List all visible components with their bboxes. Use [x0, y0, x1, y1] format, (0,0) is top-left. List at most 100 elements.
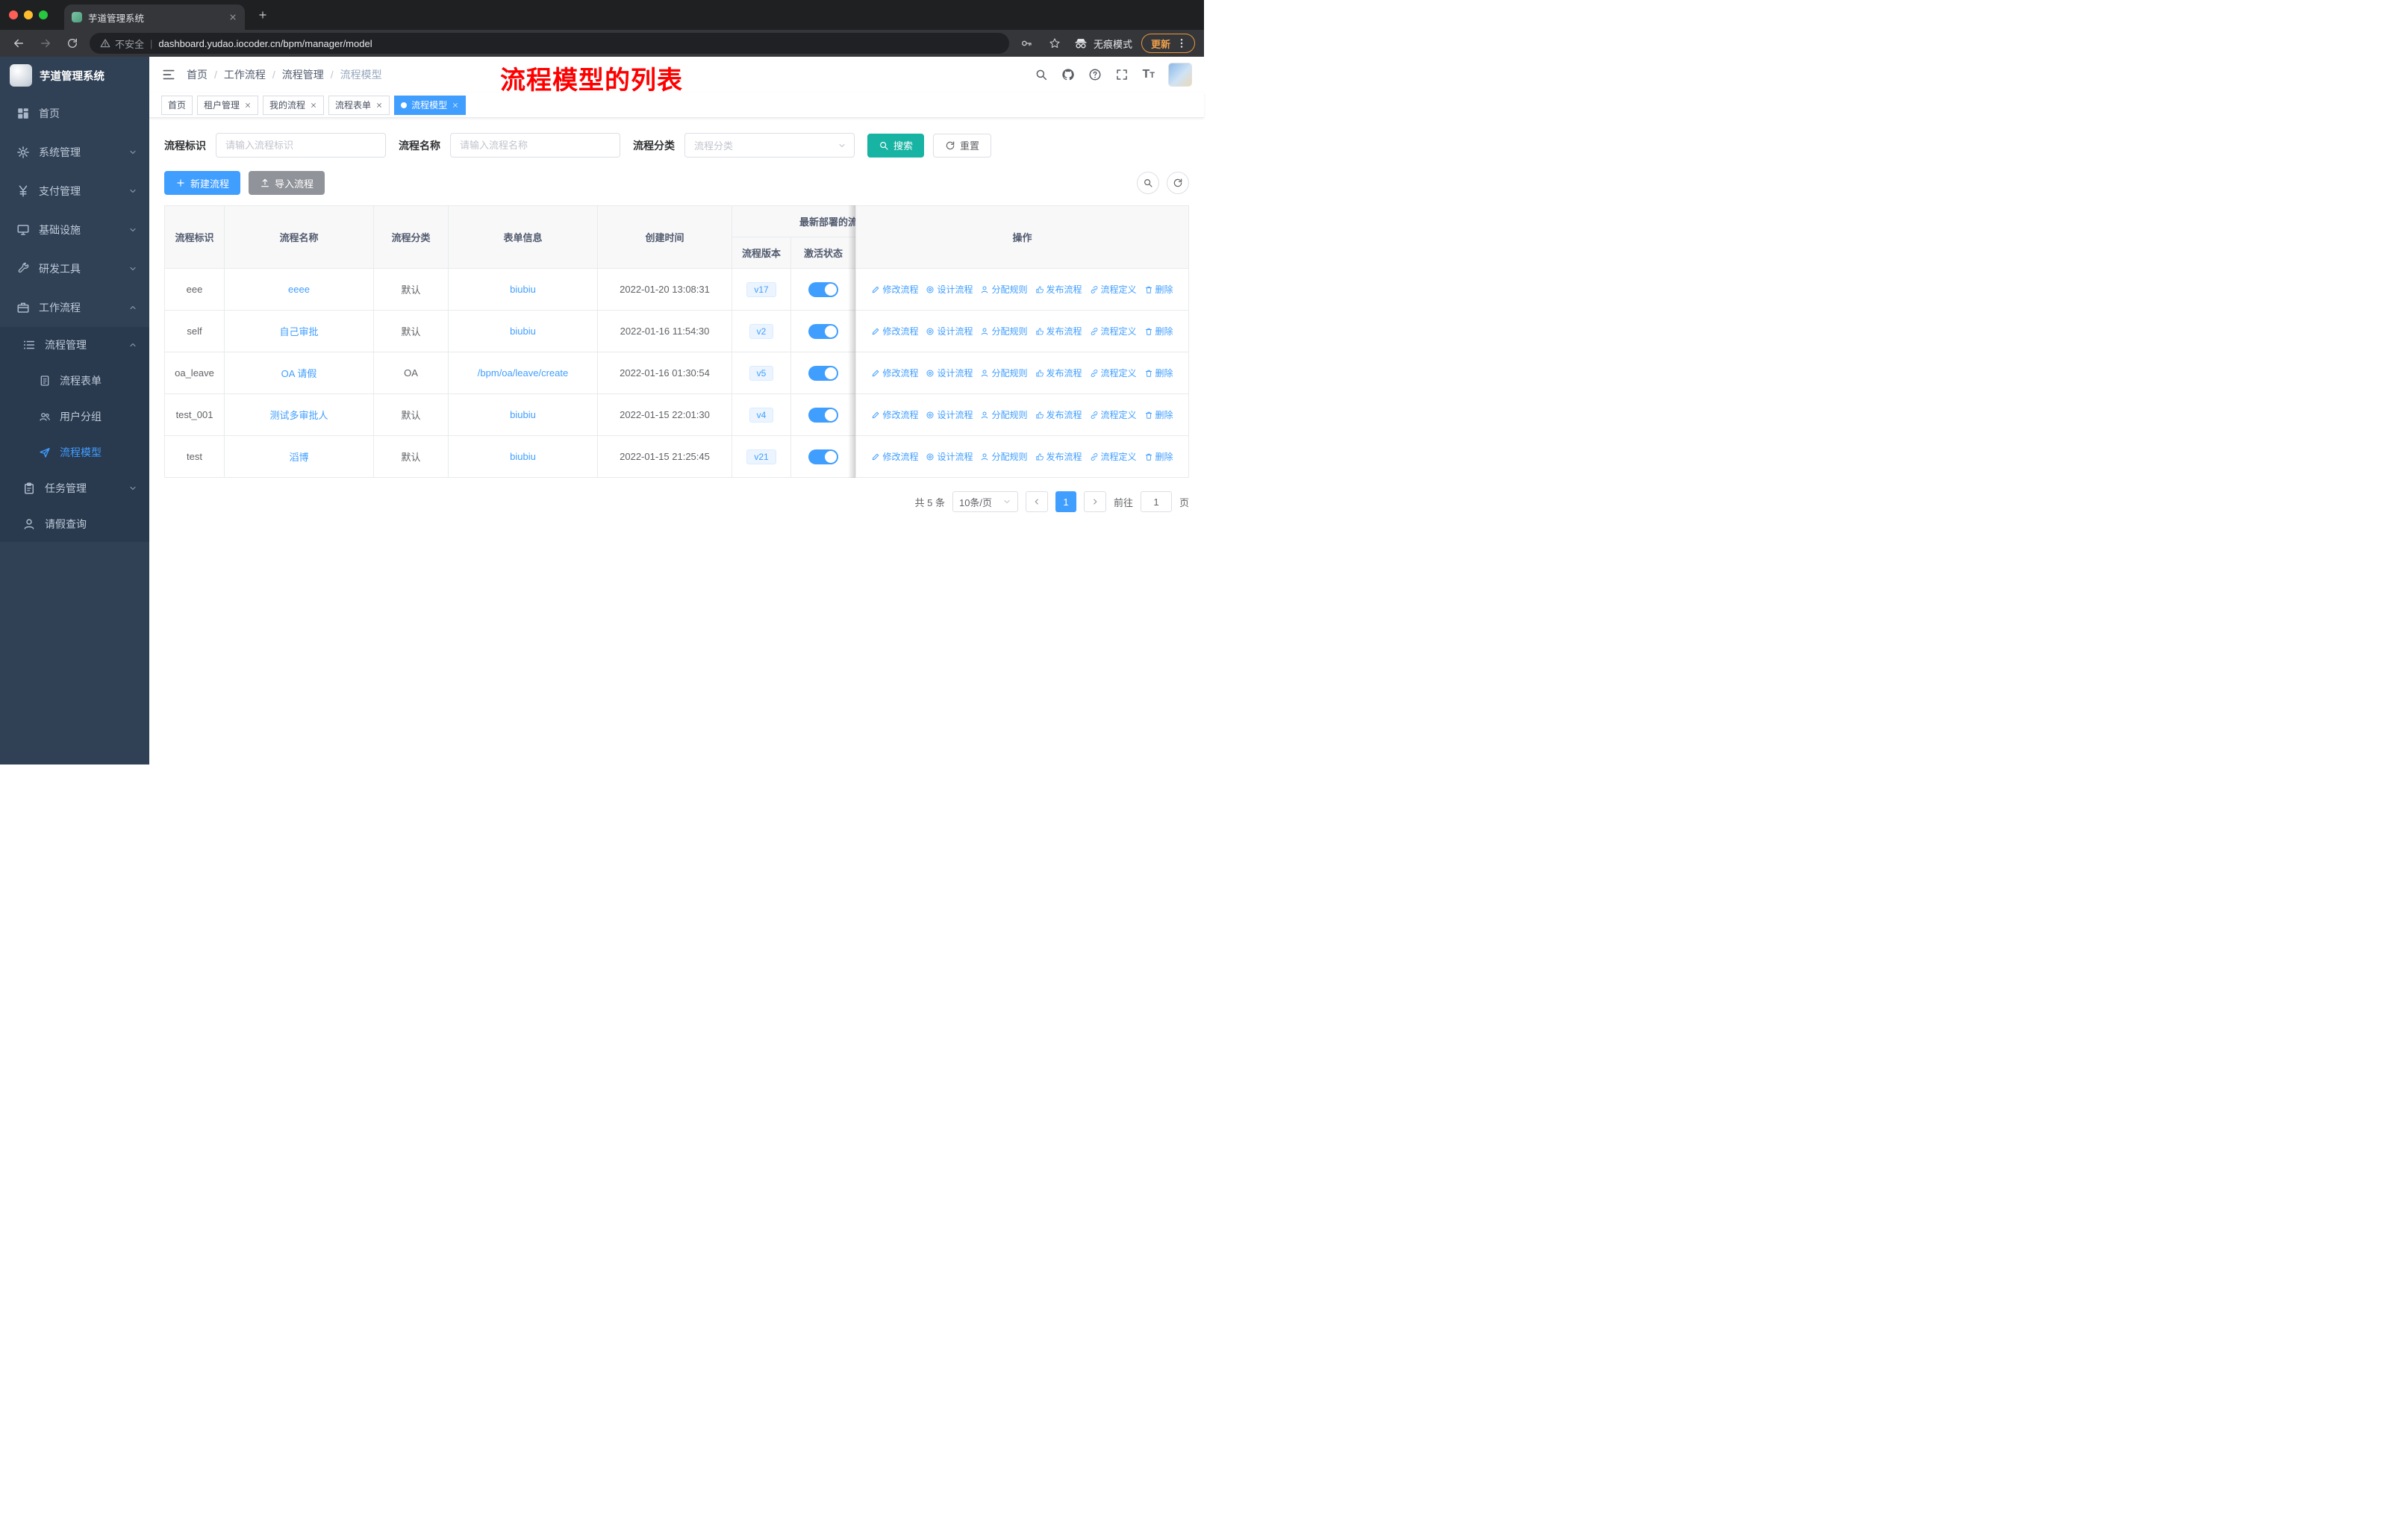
view-tag-process-form[interactable]: 流程表单 [328, 95, 390, 115]
edit-process-link[interactable]: 修改流程 [871, 325, 918, 337]
assign-rule-link[interactable]: 分配规则 [980, 325, 1028, 337]
delete-link[interactable]: 删除 [1144, 325, 1173, 337]
sidebar-item-leave-query[interactable]: 请假查询 [0, 506, 149, 542]
github-icon[interactable] [1061, 68, 1075, 81]
goto-page-input[interactable] [1140, 491, 1172, 512]
prev-page-button[interactable] [1025, 491, 1048, 512]
assign-rule-link[interactable]: 分配规则 [980, 367, 1028, 379]
reset-button[interactable]: 重置 [933, 133, 992, 158]
browser-update-button[interactable]: 更新 [1141, 34, 1195, 53]
process-definition-link[interactable]: 流程定义 [1090, 367, 1137, 379]
breadcrumb-item[interactable]: 工作流程 [224, 67, 266, 82]
active-toggle[interactable] [808, 281, 838, 297]
publish-process-link[interactable]: 发布流程 [1035, 408, 1082, 421]
publish-process-link[interactable]: 发布流程 [1035, 325, 1082, 337]
sidebar-item-process-mgmt[interactable]: 流程管理 [0, 327, 149, 363]
publish-process-link[interactable]: 发布流程 [1035, 450, 1082, 463]
form-info-link[interactable]: biubiu [510, 451, 536, 462]
edit-process-link[interactable]: 修改流程 [871, 283, 918, 296]
form-info-link[interactable]: biubiu [510, 409, 536, 420]
model-name-link[interactable]: 滔博 [289, 452, 308, 463]
page-number-1[interactable]: 1 [1055, 491, 1076, 512]
close-icon[interactable] [452, 102, 459, 109]
sidebar-item-workflow[interactable]: 工作流程 [0, 288, 149, 327]
fullscreen-icon[interactable] [1115, 68, 1129, 81]
browser-tab[interactable]: 芋道管理系统 [64, 4, 245, 30]
process-id-input[interactable] [216, 133, 386, 158]
model-name-link[interactable]: 自己审批 [279, 326, 318, 337]
publish-process-link[interactable]: 发布流程 [1035, 367, 1082, 379]
sidebar-item-process-model[interactable]: 流程模型 [0, 435, 149, 470]
assign-rule-link[interactable]: 分配规则 [980, 283, 1028, 296]
font-size-icon[interactable]: TT [1142, 68, 1155, 81]
create-process-button[interactable]: 新建流程 [164, 171, 241, 195]
close-window-button[interactable] [9, 10, 18, 19]
close-icon[interactable] [244, 102, 252, 109]
design-process-link[interactable]: 设计流程 [926, 283, 973, 296]
bookmark-star-icon[interactable] [1045, 34, 1064, 53]
design-process-link[interactable]: 设计流程 [926, 367, 973, 379]
sidebar-item-process-form[interactable]: 流程表单 [0, 363, 149, 399]
import-process-button[interactable]: 导入流程 [249, 171, 325, 195]
design-process-link[interactable]: 设计流程 [926, 325, 973, 337]
page-size-select[interactable]: 10条/页 [952, 491, 1018, 512]
delete-link[interactable]: 删除 [1144, 408, 1173, 421]
edit-process-link[interactable]: 修改流程 [871, 367, 918, 379]
breadcrumb-item[interactable]: 流程管理 [282, 67, 324, 82]
sidebar-item-task-mgmt[interactable]: 任务管理 [0, 470, 149, 506]
process-definition-link[interactable]: 流程定义 [1090, 450, 1137, 463]
delete-link[interactable]: 删除 [1144, 283, 1173, 296]
process-category-select[interactable]: 流程分类 [684, 133, 855, 158]
tab-close-icon[interactable] [228, 13, 237, 22]
design-process-link[interactable]: 设计流程 [926, 450, 973, 463]
sidebar-item-infra[interactable]: 基础设施 [0, 211, 149, 249]
active-toggle[interactable] [808, 449, 838, 464]
sidebar-item-system[interactable]: 系统管理 [0, 133, 149, 172]
design-process-link[interactable]: 设计流程 [926, 408, 973, 421]
window-controls[interactable] [9, 10, 48, 19]
view-tag-process-model[interactable]: 流程模型 [394, 95, 467, 115]
delete-link[interactable]: 删除 [1144, 450, 1173, 463]
sidebar-item-payment[interactable]: 支付管理 [0, 172, 149, 211]
view-tag-tenant[interactable]: 租户管理 [197, 95, 259, 115]
back-button[interactable] [9, 34, 28, 53]
user-avatar[interactable] [1168, 63, 1192, 87]
form-info-link[interactable]: biubiu [510, 284, 536, 295]
forward-button[interactable] [36, 34, 55, 53]
minimize-window-button[interactable] [24, 10, 33, 19]
form-info-link[interactable]: biubiu [510, 326, 536, 337]
key-icon[interactable] [1017, 34, 1036, 53]
active-toggle[interactable] [808, 365, 838, 381]
security-status[interactable]: 不安全 [100, 37, 144, 51]
kebab-menu-icon[interactable] [1176, 37, 1188, 49]
close-icon[interactable] [375, 102, 383, 109]
model-name-link[interactable]: eeee [288, 284, 310, 295]
model-name-link[interactable]: 测试多审批人 [269, 410, 328, 421]
maximize-window-button[interactable] [39, 10, 48, 19]
help-icon[interactable] [1088, 68, 1102, 81]
reload-button[interactable] [63, 34, 82, 53]
view-tag-my-process[interactable]: 我的流程 [263, 95, 325, 115]
process-name-input[interactable] [450, 133, 620, 158]
publish-process-link[interactable]: 发布流程 [1035, 283, 1082, 296]
address-bar[interactable]: 不安全 | dashboard.yudao.iocoder.cn/bpm/man… [90, 33, 1009, 54]
active-toggle[interactable] [808, 323, 838, 339]
process-definition-link[interactable]: 流程定义 [1090, 283, 1137, 296]
breadcrumb-item[interactable]: 首页 [187, 67, 208, 82]
delete-link[interactable]: 删除 [1144, 367, 1173, 379]
process-definition-link[interactable]: 流程定义 [1090, 408, 1137, 421]
sidebar-item-user-group[interactable]: 用户分组 [0, 399, 149, 435]
close-icon[interactable] [310, 102, 317, 109]
app-logo-row[interactable]: 芋道管理系统 [0, 57, 149, 94]
refresh-table-button[interactable] [1167, 172, 1189, 194]
process-definition-link[interactable]: 流程定义 [1090, 325, 1137, 337]
toggle-search-button[interactable] [1137, 172, 1159, 194]
sidebar-item-home[interactable]: 首页 [0, 94, 149, 133]
next-page-button[interactable] [1083, 491, 1106, 512]
search-button[interactable]: 搜索 [867, 133, 925, 158]
search-icon[interactable] [1035, 68, 1048, 81]
sidebar-item-devtools[interactable]: 研发工具 [0, 249, 149, 288]
model-name-link[interactable]: OA 请假 [281, 368, 317, 379]
collapse-sidebar-icon[interactable] [161, 67, 176, 82]
form-info-link[interactable]: /bpm/oa/leave/create [478, 367, 568, 379]
